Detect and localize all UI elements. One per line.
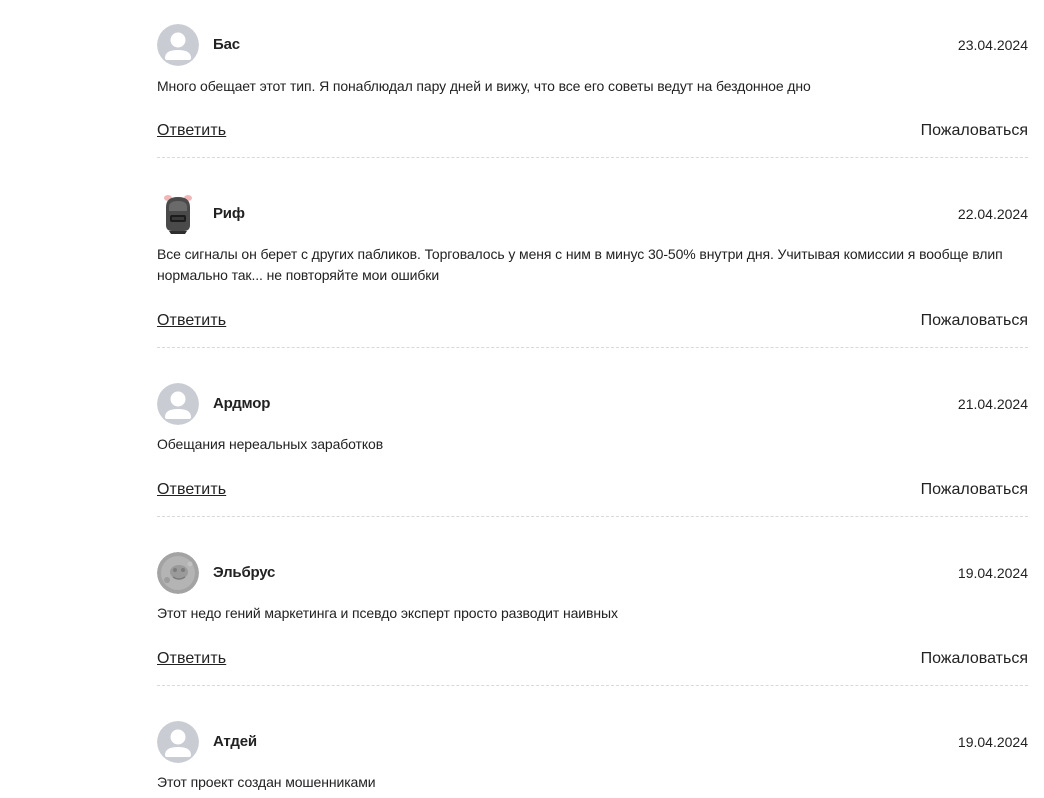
comment-author: Эльбрус bbox=[213, 564, 276, 581]
comment-header: Риф 22.04.2024 bbox=[157, 193, 1028, 235]
comment-text: Этот проект создан мошенниками bbox=[157, 774, 376, 790]
gray-photo-avatar-icon bbox=[157, 552, 199, 594]
comment-text: Этот недо гений маркетинга и псевдо эксп… bbox=[157, 605, 618, 621]
comment-header: Эльбрус 19.04.2024 bbox=[157, 552, 1028, 594]
comment-item: Риф 22.04.2024 Все сигналы он берет с др… bbox=[157, 193, 1028, 348]
default-user-icon bbox=[157, 383, 199, 425]
comment-header: Атдей 19.04.2024 bbox=[157, 721, 1028, 763]
comment-item: Ардмор 21.04.2024 Обещания нереальных за… bbox=[157, 383, 1028, 517]
comment-header: Бас 23.04.2024 bbox=[157, 24, 1028, 66]
comment-divider bbox=[157, 157, 1028, 158]
comment-author: Атдей bbox=[213, 733, 257, 750]
report-link[interactable]: Пожаловаться bbox=[921, 312, 1028, 330]
comment-text: Много обещает этот тип. Я понаблюдал пар… bbox=[157, 78, 811, 94]
report-link[interactable]: Пожаловаться bbox=[921, 122, 1028, 140]
report-link[interactable]: Пожаловаться bbox=[921, 481, 1028, 499]
comment-text: Обещания нереальных заработков bbox=[157, 436, 384, 452]
comment-author: Риф bbox=[213, 205, 245, 222]
comment-divider bbox=[157, 347, 1028, 348]
comment-author: Ардмор bbox=[213, 395, 271, 412]
report-link[interactable]: Пожаловаться bbox=[921, 650, 1028, 668]
default-user-icon bbox=[157, 24, 199, 66]
comment-date: 19.04.2024 bbox=[957, 565, 1028, 581]
comment-text: Все сигналы он берет с других пабликов. … bbox=[157, 246, 1003, 283]
comment-item: Бас 23.04.2024 Много обещает этот тип. Я… bbox=[157, 24, 1028, 158]
reply-link[interactable]: Ответить bbox=[157, 312, 226, 330]
comment-item: Атдей 19.04.2024 Этот проект создан моше… bbox=[157, 721, 1028, 798]
comment-divider bbox=[157, 516, 1028, 517]
reply-link[interactable]: Ответить bbox=[157, 481, 226, 499]
reply-link[interactable]: Ответить bbox=[157, 122, 226, 140]
comment-item: Эльбрус 19.04.2024 Этот недо гений марке… bbox=[157, 552, 1028, 686]
comment-divider bbox=[157, 685, 1028, 686]
comment-header: Ардмор 21.04.2024 bbox=[157, 383, 1028, 425]
comment-author: Бас bbox=[213, 36, 240, 53]
default-user-icon bbox=[157, 721, 199, 763]
comment-date: 21.04.2024 bbox=[957, 396, 1028, 412]
comment-date: 19.04.2024 bbox=[957, 734, 1028, 750]
helmet-avatar-icon bbox=[157, 193, 199, 235]
reply-link[interactable]: Ответить bbox=[157, 650, 226, 668]
comment-date: 22.04.2024 bbox=[957, 206, 1028, 222]
comment-date: 23.04.2024 bbox=[957, 37, 1028, 53]
